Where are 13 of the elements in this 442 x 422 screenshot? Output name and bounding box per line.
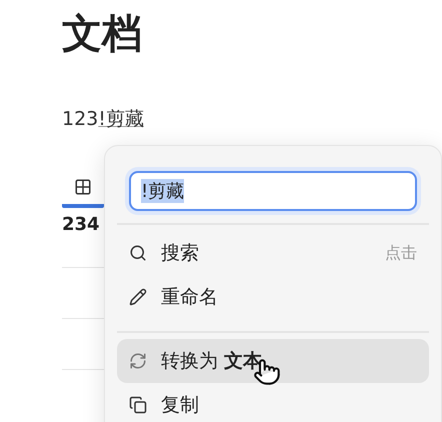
menu-item[interactable]: 重命名 [117,275,429,319]
page-title: 文档 [62,10,143,59]
refresh-icon [129,352,147,370]
table-icon [74,178,92,196]
shortcut-hint: 点击 [385,242,417,264]
copy-icon [129,396,147,414]
paragraph: 123!剪藏 [62,107,145,132]
menu-item[interactable]: 复制 [117,383,429,422]
menu-item[interactable]: 搜索 点击 [117,231,429,275]
search-icon [129,244,147,262]
menu-item[interactable]: 转换为 文本 [117,339,429,383]
link[interactable]: !剪藏 [98,108,144,130]
pencil-icon [129,288,147,306]
